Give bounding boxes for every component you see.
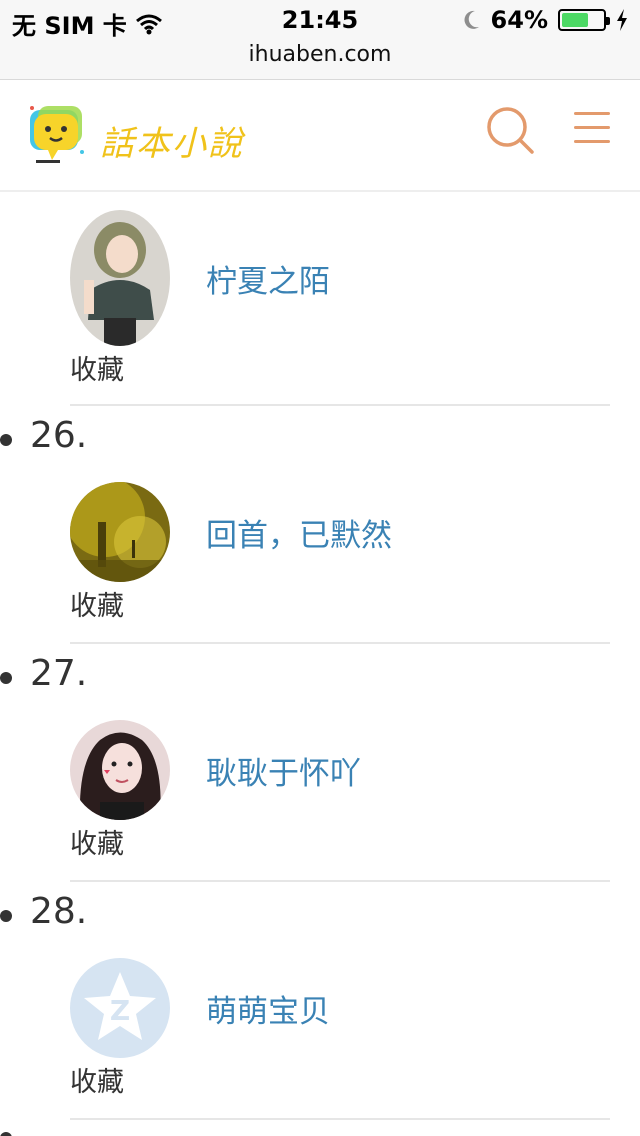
rank-number: 28. <box>30 891 88 932</box>
username-link[interactable]: 萌萌宝贝 <box>206 986 330 1031</box>
avatar[interactable] <box>70 482 170 582</box>
battery-fill <box>562 13 588 27</box>
site-logo[interactable]: 話本小說 <box>24 96 244 176</box>
rank-number: 26. <box>30 415 88 456</box>
address-bar[interactable]: ihuaben.com <box>0 40 640 80</box>
favorite-button[interactable]: 收藏 <box>70 584 124 623</box>
rank-number: 27. <box>30 653 88 694</box>
list-item: 柠夏之陌 收藏 <box>70 192 610 406</box>
anime-girl-avatar-image <box>70 210 170 346</box>
charging-bolt-icon <box>617 9 627 31</box>
favorite-button[interactable]: 收藏 <box>70 822 124 861</box>
avatar[interactable] <box>70 210 170 346</box>
favorite-button[interactable]: 收藏 <box>70 348 124 387</box>
moon-icon <box>464 10 479 29</box>
list-item: 耿耿于怀吖 收藏 <box>70 692 610 882</box>
battery-tip <box>606 17 610 25</box>
avatar[interactable]: Z <box>70 958 170 1058</box>
list-bullet <box>0 672 12 684</box>
logo-wordmark: 話本小說 <box>100 124 244 164</box>
username-link[interactable]: 回首，已默然 <box>206 510 392 555</box>
url-text: ihuaben.com <box>248 42 392 67</box>
site-header: 話本小說 <box>0 80 640 192</box>
list-item: 回首，已默然 收藏 <box>70 454 610 644</box>
menu-icon <box>570 106 614 150</box>
avatar[interactable] <box>70 720 170 820</box>
list-bullet <box>0 434 12 446</box>
list-item: Z 萌萌宝贝 收藏 <box>70 930 610 1120</box>
list-bullet <box>0 1132 12 1136</box>
list-bullet <box>0 910 12 922</box>
menu-button[interactable] <box>570 106 614 150</box>
girl-photo-avatar-image <box>70 720 170 820</box>
favorite-button[interactable]: 收藏 <box>70 1060 124 1099</box>
speech-bubble-logo-icon <box>30 106 84 163</box>
status-right-group: 64% <box>461 6 628 34</box>
qq-default-avatar-image: Z <box>70 958 170 1058</box>
username-link[interactable]: 柠夏之陌 <box>206 256 330 301</box>
battery-percentage: 64% <box>490 6 548 34</box>
status-bar: 无 SIM 卡 21:45 64% <box>0 0 640 40</box>
search-icon <box>487 107 534 154</box>
svg-text:Z: Z <box>110 994 130 1027</box>
search-button[interactable] <box>484 104 536 156</box>
battery-icon <box>558 9 610 31</box>
forest-scene-avatar-image <box>70 482 170 582</box>
username-link[interactable]: 耿耿于怀吖 <box>206 748 361 793</box>
